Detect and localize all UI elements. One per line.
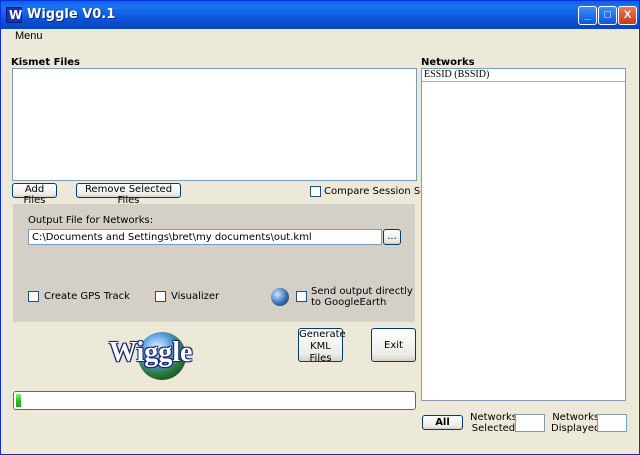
- menu-item-menu[interactable]: Menu: [15, 30, 43, 42]
- maximize-button[interactable]: □: [598, 6, 617, 25]
- generate-kml-label-line2: KML Files: [309, 341, 332, 364]
- output-path-input[interactable]: C:\Documents and Settings\bret\my docume…: [28, 229, 382, 245]
- maximize-icon: □: [604, 9, 611, 21]
- kismet-files-list[interactable]: [12, 68, 417, 181]
- all-button[interactable]: All: [422, 415, 463, 430]
- window-title: Wiggle V0.1: [27, 7, 116, 22]
- app-window: W Wiggle V0.1 _ □ X Menu Kismet Files Ad…: [0, 0, 640, 455]
- networks-displayed-label-line2: Displayed: [551, 423, 601, 434]
- output-panel: Output File for Networks: C:\Documents a…: [13, 204, 415, 322]
- send-googleearth-label-line2: to GoogleEarth: [311, 297, 387, 308]
- kismet-files-label: Kismet Files: [11, 57, 81, 68]
- exit-button[interactable]: Exit: [371, 328, 416, 362]
- networks-list[interactable]: ESSID (BSSID): [421, 68, 626, 401]
- googleearth-globe-icon: [271, 288, 289, 306]
- menu-bar: Menu: [1, 29, 639, 45]
- app-icon[interactable]: W: [6, 7, 22, 23]
- networks-selected-count: [515, 414, 545, 432]
- compare-session-sets-label: Compare Session Sets: [324, 186, 436, 197]
- close-button[interactable]: X: [618, 6, 637, 25]
- minimize-icon: _: [584, 9, 591, 21]
- networks-selected-label: Networks Selected: [470, 412, 517, 434]
- visualizer-checkbox[interactable]: [155, 291, 166, 302]
- add-files-button[interactable]: Add Files: [12, 183, 57, 206]
- output-file-label: Output File for Networks:: [28, 215, 154, 226]
- close-icon: X: [623, 9, 632, 21]
- generate-kml-button[interactable]: Generate KML Files: [298, 328, 346, 364]
- title-bar[interactable]: W Wiggle V0.1 _ □ X: [1, 1, 639, 29]
- send-googleearth-label-line1: Send output directly: [311, 286, 413, 297]
- send-googleearth-label: Send output directly to GoogleEarth: [311, 286, 413, 308]
- progress-bar: [13, 391, 416, 410]
- networks-label: Networks: [421, 57, 475, 68]
- create-gps-track-checkbox[interactable]: [28, 291, 39, 302]
- networks-displayed-label: Networks Displayed: [551, 412, 600, 434]
- visualizer-label: Visualizer: [171, 291, 220, 302]
- networks-displayed-label-line1: Networks: [552, 412, 600, 423]
- progress-fill: [16, 394, 21, 407]
- generate-kml-label-line1: Generate: [299, 329, 346, 340]
- wiggle-logo: Wiggle: [109, 337, 193, 368]
- compare-session-sets-checkbox[interactable]: [310, 186, 321, 197]
- networks-selected-label-line2: Selected: [471, 423, 516, 434]
- remove-selected-files-button[interactable]: Remove Selected Files: [76, 183, 181, 206]
- networks-column-header[interactable]: ESSID (BSSID): [422, 69, 625, 82]
- networks-selected-label-line1: Networks: [470, 412, 517, 423]
- minimize-button[interactable]: _: [578, 6, 597, 25]
- networks-displayed-count: [597, 414, 627, 432]
- send-googleearth-checkbox[interactable]: [296, 291, 307, 302]
- w-glyph-icon: W: [9, 8, 23, 22]
- browse-button[interactable]: ...: [383, 229, 401, 245]
- create-gps-track-label: Create GPS Track: [44, 291, 130, 302]
